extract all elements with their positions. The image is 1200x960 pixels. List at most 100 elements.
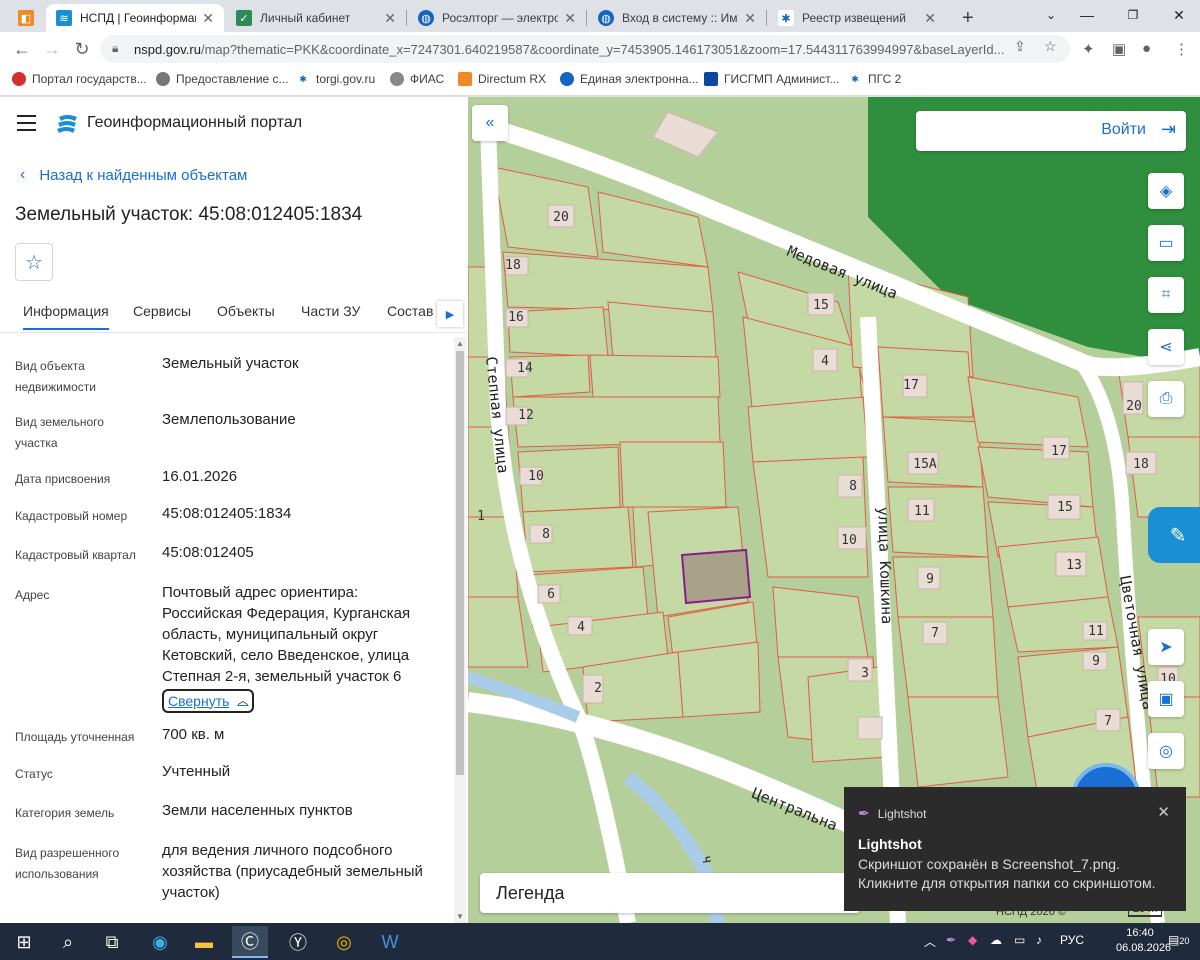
tray-chevron-icon[interactable]: ︿ — [924, 933, 936, 950]
tab-parts[interactable]: Части ЗУ — [301, 303, 360, 319]
browser-tab-roseltorg[interactable]: ◍ Росэлторг — электрон ✕ — [408, 4, 586, 32]
browser-tab-cabinet[interactable]: ✓ Личный кабинет ✕ — [226, 4, 406, 32]
menu-hamburger-icon[interactable] — [17, 115, 36, 136]
restore-button[interactable]: ❐ — [1110, 0, 1156, 30]
bookmark-directum[interactable]: Directum RX — [458, 72, 546, 86]
network-icon[interactable]: ▭ — [1014, 933, 1025, 947]
taskbar-app-c[interactable]: Ⓒ — [232, 926, 268, 958]
bookmark-torgi[interactable]: ✱ torgi.gov.ru — [296, 72, 375, 86]
orange-square-icon: ◧ — [18, 10, 34, 26]
select-area-button[interactable]: ⌗ — [1148, 277, 1184, 313]
task-view-icon: ⧉ — [105, 931, 119, 952]
browser-tab-pinned[interactable]: ◧ — [8, 4, 44, 32]
reload-button[interactable]: ↻ — [70, 37, 94, 61]
house-number: 12 — [518, 408, 534, 423]
geolocation-button[interactable]: ◎ — [1148, 733, 1184, 769]
window-close-button[interactable]: ✕ — [1156, 0, 1200, 30]
address-bar[interactable]: 🔒︎ nspd.gov.ru/map?thematic=PKK&coordina… — [100, 35, 1070, 63]
house-number: 13 — [1066, 558, 1082, 573]
assistant-badge[interactable]: ✎ — [1148, 507, 1200, 563]
collapse-panel-button[interactable]: « — [472, 105, 508, 141]
taskbar-explorer[interactable]: ▬ — [186, 926, 222, 958]
selected-parcel[interactable] — [680, 548, 752, 605]
collapse-label: Свернуть — [168, 692, 230, 709]
browser-tab-nspd[interactable]: ≋ НСПД | Геоинформаци ✕ — [46, 4, 224, 32]
bookmark-predostavlenie[interactable]: Предоставление с... — [156, 72, 289, 86]
bookmark-gisgmp[interactable]: ГИСГМП Админист... — [704, 72, 839, 86]
back-button[interactable]: ← — [10, 37, 34, 61]
close-icon[interactable]: ✕ — [384, 10, 396, 27]
nspd-icon: ≋ — [56, 10, 72, 26]
bookmark-star-icon[interactable]: ☆ — [1044, 38, 1057, 55]
fias-icon — [390, 72, 404, 86]
print-button[interactable]: ⎙ — [1148, 381, 1184, 417]
share-map-button[interactable]: ⋖ — [1148, 329, 1184, 365]
start-button[interactable]: ⊞ — [6, 926, 42, 958]
house-number: 16 — [508, 310, 524, 325]
taskbar-chrome[interactable]: ◎ — [326, 926, 362, 958]
house-number: 9 — [926, 572, 934, 587]
scrollbar-thumb[interactable] — [456, 351, 464, 775]
tabs-scroll-right-button[interactable]: ▶ — [437, 301, 463, 327]
bookmark-gosuslugi[interactable]: Портал государств... — [12, 72, 147, 86]
forward-button[interactable]: → — [40, 37, 64, 61]
scroll-up-icon[interactable]: ▲ — [456, 339, 464, 348]
close-icon[interactable]: ✕ — [1157, 803, 1170, 821]
close-icon[interactable]: ✕ — [202, 10, 214, 27]
bookmark-pgs[interactable]: ✱ ПГС 2 — [848, 72, 901, 86]
taskbar-yandex[interactable]: Ⓨ — [280, 926, 316, 958]
favorite-button[interactable]: ☆ — [15, 243, 53, 281]
notification-center-icon[interactable]: ▤20 — [1168, 933, 1189, 947]
volume-icon[interactable]: ♪ — [1036, 933, 1042, 947]
tab-objects[interactable]: Объекты — [217, 303, 275, 319]
info-label: Кадастровый номер — [15, 509, 128, 523]
tab-composition[interactable]: Состав — [387, 303, 433, 319]
lightshot-tray-icon[interactable]: ✒ — [946, 933, 956, 947]
legend-panel[interactable]: Легенда — [480, 873, 860, 913]
house-number: 15А — [913, 457, 937, 472]
emblem-icon: ✱ — [848, 72, 862, 86]
notification-line: Кликните для открытия папки со скриншото… — [858, 875, 1156, 891]
locate-button[interactable]: ➤ — [1148, 629, 1184, 665]
bookmark-label: ФИАС — [410, 72, 445, 86]
login-button[interactable]: Войти ⇥ — [916, 111, 1186, 151]
info-value: 45:08:012405 — [162, 544, 254, 561]
tab-services[interactable]: Сервисы — [133, 303, 191, 319]
close-icon[interactable]: ✕ — [924, 10, 936, 27]
layers-button[interactable]: ◈ — [1148, 173, 1184, 209]
clock[interactable]: 16:40 06.08.2026 — [1116, 926, 1172, 956]
tab-information[interactable]: Информация — [23, 303, 109, 330]
profile-avatar-icon[interactable]: ● — [1142, 40, 1151, 57]
back-to-results-link[interactable]: ‹ Назад к найденным объектам — [20, 166, 247, 184]
close-icon[interactable]: ✕ — [744, 10, 756, 27]
scroll-down-icon[interactable]: ▼ — [456, 912, 464, 921]
gosuslugi-icon — [12, 72, 26, 86]
tab-title: Реестр извещений — [802, 11, 906, 25]
search-button[interactable]: ⌕ — [50, 926, 86, 958]
collapse-button[interactable]: Свернуть ︿ — [162, 689, 255, 713]
clock-date: 06.08.2026 — [1116, 942, 1172, 954]
taskbar-word[interactable]: W — [372, 926, 408, 958]
bookmark-fias[interactable]: ФИАС — [390, 72, 444, 86]
language-indicator[interactable]: РУС — [1060, 933, 1084, 947]
taskbar-edge[interactable]: ◉ — [142, 926, 178, 958]
info-tabs: Информация Сервисы Объекты Части ЗУ Сост… — [0, 297, 468, 333]
tray-app-icon[interactable]: ◆ — [968, 933, 977, 947]
ruler-button[interactable]: ▭ — [1148, 225, 1184, 261]
browser-tab-imush[interactable]: ◍ Вход в систему :: Имущ ✕ — [588, 4, 766, 32]
minimize-button[interactable]: — — [1064, 0, 1110, 30]
lightshot-notification[interactable]: ✒ Lightshot ✕ Lightshot Скриншот сохранё… — [844, 787, 1186, 911]
share-icon[interactable]: ⇪ — [1014, 38, 1026, 55]
basemap-button[interactable]: ▣ — [1148, 681, 1184, 717]
bookmark-eetp[interactable]: Единая электронна... — [560, 72, 699, 86]
browser-tab-reestr[interactable]: ✱ Реестр извещений ✕ — [768, 4, 946, 32]
panel-scrollbar[interactable]: ▲ ▼ — [454, 337, 466, 923]
task-view-button[interactable]: ⧉ — [94, 926, 130, 958]
side-panel-icon[interactable]: ▣ — [1112, 40, 1126, 58]
extensions-icon[interactable]: ✦ — [1082, 40, 1095, 58]
new-tab-button[interactable]: + — [952, 4, 984, 32]
menu-kebab-icon[interactable]: ⋮ — [1174, 40, 1189, 58]
close-icon[interactable]: ✕ — [564, 10, 576, 27]
tab-title: НСПД | Геоинформаци — [80, 11, 197, 25]
onedrive-icon[interactable]: ☁ — [990, 933, 1002, 947]
